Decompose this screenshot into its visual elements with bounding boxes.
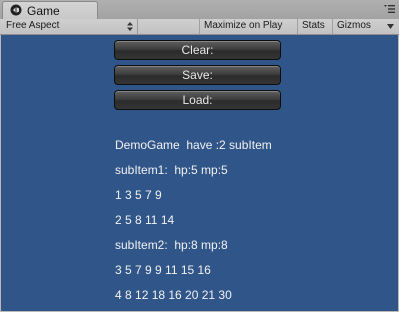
save-button[interactable]: Save: bbox=[114, 65, 281, 85]
game-toolbar: Free Aspect Maximize on Play Stats Gizmo… bbox=[0, 19, 399, 35]
subitem-1-stats: subItem1: hp:5 mp:5 bbox=[115, 163, 228, 177]
updown-arrow-icon bbox=[127, 22, 133, 31]
game-window: Game Free Aspect Maximize on Play Stats … bbox=[0, 0, 399, 312]
game-viewport: Clear: Save: Load: DemoGame have :2 subI… bbox=[1, 35, 398, 311]
tab-game[interactable]: Game bbox=[2, 1, 98, 19]
panel-menu-icon[interactable] bbox=[383, 4, 395, 14]
unity-logo-icon bbox=[10, 4, 22, 16]
subitem-1-list-a: 1 3 5 7 9 bbox=[115, 188, 162, 202]
aspect-dropdown[interactable]: Free Aspect bbox=[0, 19, 138, 34]
aspect-label: Free Aspect bbox=[6, 20, 60, 31]
subitem-2-stats: subItem2: hp:8 mp:8 bbox=[115, 238, 228, 252]
load-button[interactable]: Load: bbox=[114, 90, 281, 110]
gizmos-label: Gizmos bbox=[337, 20, 371, 31]
subitem-2-list-a: 3 5 7 9 9 11 15 16 bbox=[115, 263, 211, 277]
chevron-down-icon bbox=[387, 24, 394, 29]
maximize-on-play-toggle[interactable]: Maximize on Play bbox=[199, 19, 297, 34]
gizmos-dropdown[interactable]: Gizmos bbox=[332, 19, 399, 34]
subitem-2-list-b: 4 8 12 18 16 20 21 30 bbox=[115, 288, 232, 302]
tab-title: Game bbox=[27, 4, 60, 18]
clear-button[interactable]: Clear: bbox=[114, 40, 281, 60]
stats-toggle[interactable]: Stats bbox=[297, 19, 332, 34]
tab-bar: Game bbox=[0, 0, 399, 20]
subitem-1-list-b: 2 5 8 11 14 bbox=[115, 213, 175, 227]
demo-game-summary: DemoGame have :2 subItem bbox=[115, 138, 272, 152]
